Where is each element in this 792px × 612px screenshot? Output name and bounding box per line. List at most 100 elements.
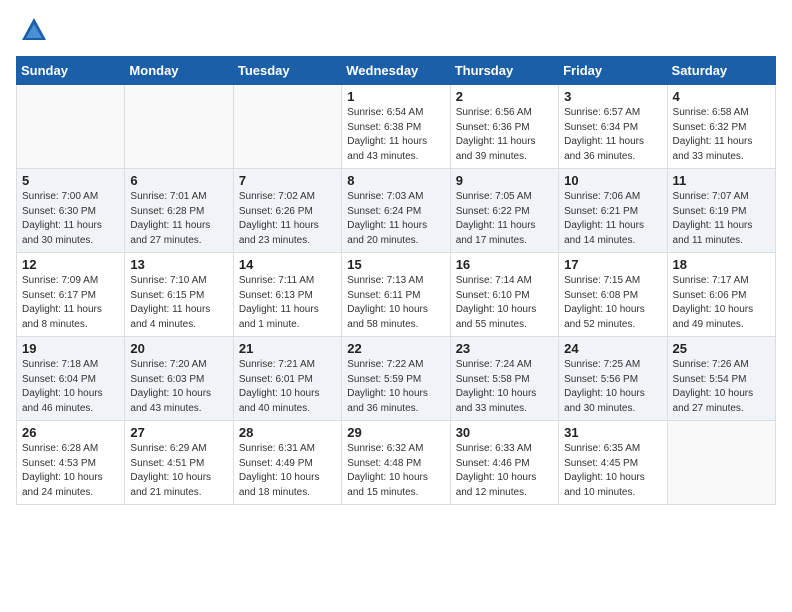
calendar-cell: 10 Sunrise: 7:06 AM Sunset: 6:21 PM Dayli…	[559, 169, 667, 253]
day-number: 26	[22, 425, 119, 440]
calendar-cell: 5 Sunrise: 7:00 AM Sunset: 6:30 PM Daylig…	[17, 169, 125, 253]
calendar-cell	[17, 85, 125, 169]
day-number: 10	[564, 173, 661, 188]
day-info: Sunrise: 6:58 AM Sunset: 6:32 PM Dayligh…	[673, 106, 770, 164]
logo-icon	[20, 16, 48, 44]
day-info: Sunrise: 7:06 AM Sunset: 6:21 PM Dayligh…	[564, 190, 661, 248]
weekday-header: Friday	[559, 57, 667, 85]
calendar-table: SundayMondayTuesdayWednesdayThursdayFrid…	[16, 56, 776, 505]
logo	[16, 16, 48, 44]
day-info: Sunrise: 6:35 AM Sunset: 4:45 PM Dayligh…	[564, 442, 661, 500]
day-number: 27	[130, 425, 227, 440]
calendar-cell: 29 Sunrise: 6:32 AM Sunset: 4:48 PM Dayli…	[342, 421, 450, 505]
day-number: 20	[130, 341, 227, 356]
calendar-week-row: 1 Sunrise: 6:54 AM Sunset: 6:38 PM Daylig…	[17, 85, 776, 169]
day-info: Sunrise: 7:15 AM Sunset: 6:08 PM Dayligh…	[564, 274, 661, 332]
weekday-header: Saturday	[667, 57, 775, 85]
day-info: Sunrise: 7:02 AM Sunset: 6:26 PM Dayligh…	[239, 190, 336, 248]
day-number: 17	[564, 257, 661, 272]
day-info: Sunrise: 7:25 AM Sunset: 5:56 PM Dayligh…	[564, 358, 661, 416]
calendar-cell: 11 Sunrise: 7:07 AM Sunset: 6:19 PM Dayli…	[667, 169, 775, 253]
day-info: Sunrise: 7:05 AM Sunset: 6:22 PM Dayligh…	[456, 190, 553, 248]
calendar-body: 1 Sunrise: 6:54 AM Sunset: 6:38 PM Daylig…	[17, 85, 776, 505]
day-info: Sunrise: 7:18 AM Sunset: 6:04 PM Dayligh…	[22, 358, 119, 416]
weekday-header: Sunday	[17, 57, 125, 85]
day-number: 22	[347, 341, 444, 356]
day-info: Sunrise: 7:14 AM Sunset: 6:10 PM Dayligh…	[456, 274, 553, 332]
day-info: Sunrise: 7:07 AM Sunset: 6:19 PM Dayligh…	[673, 190, 770, 248]
day-number: 23	[456, 341, 553, 356]
day-number: 25	[673, 341, 770, 356]
calendar-cell	[667, 421, 775, 505]
calendar-cell: 22 Sunrise: 7:22 AM Sunset: 5:59 PM Dayli…	[342, 337, 450, 421]
day-number: 5	[22, 173, 119, 188]
day-info: Sunrise: 7:11 AM Sunset: 6:13 PM Dayligh…	[239, 274, 336, 332]
calendar-cell: 1 Sunrise: 6:54 AM Sunset: 6:38 PM Daylig…	[342, 85, 450, 169]
day-info: Sunrise: 7:22 AM Sunset: 5:59 PM Dayligh…	[347, 358, 444, 416]
day-number: 2	[456, 89, 553, 104]
weekday-header: Tuesday	[233, 57, 341, 85]
calendar-cell: 21 Sunrise: 7:21 AM Sunset: 6:01 PM Dayli…	[233, 337, 341, 421]
day-info: Sunrise: 7:20 AM Sunset: 6:03 PM Dayligh…	[130, 358, 227, 416]
day-info: Sunrise: 6:29 AM Sunset: 4:51 PM Dayligh…	[130, 442, 227, 500]
day-info: Sunrise: 7:10 AM Sunset: 6:15 PM Dayligh…	[130, 274, 227, 332]
calendar-cell: 15Sunrise: 7:13 AM Sunset: 6:11 PM Dayli…	[342, 253, 450, 337]
day-info: Sunrise: 7:01 AM Sunset: 6:28 PM Dayligh…	[130, 190, 227, 248]
day-number: 11	[673, 173, 770, 188]
day-number: 16	[456, 257, 553, 272]
weekday-header: Thursday	[450, 57, 558, 85]
page-header	[16, 16, 776, 44]
calendar-header: SundayMondayTuesdayWednesdayThursdayFrid…	[17, 57, 776, 85]
calendar-week-row: 19 Sunrise: 7:18 AM Sunset: 6:04 PM Dayli…	[17, 337, 776, 421]
day-info: Sunrise: 7:24 AM Sunset: 5:58 PM Dayligh…	[456, 358, 553, 416]
calendar-cell: 26 Sunrise: 6:28 AM Sunset: 4:53 PM Dayli…	[17, 421, 125, 505]
calendar-cell: 13Sunrise: 7:10 AM Sunset: 6:15 PM Dayli…	[125, 253, 233, 337]
day-info: Sunrise: 6:31 AM Sunset: 4:49 PM Dayligh…	[239, 442, 336, 500]
calendar-week-row: 12Sunrise: 7:09 AM Sunset: 6:17 PM Dayli…	[17, 253, 776, 337]
day-number: 21	[239, 341, 336, 356]
calendar-cell: 27 Sunrise: 6:29 AM Sunset: 4:51 PM Dayli…	[125, 421, 233, 505]
weekday-row: SundayMondayTuesdayWednesdayThursdayFrid…	[17, 57, 776, 85]
day-info: Sunrise: 7:21 AM Sunset: 6:01 PM Dayligh…	[239, 358, 336, 416]
day-number: 18	[673, 257, 770, 272]
calendar-cell: 9Sunrise: 7:05 AM Sunset: 6:22 PM Daylig…	[450, 169, 558, 253]
calendar-cell: 17 Sunrise: 7:15 AM Sunset: 6:08 PM Dayli…	[559, 253, 667, 337]
day-info: Sunrise: 6:57 AM Sunset: 6:34 PM Dayligh…	[564, 106, 661, 164]
calendar-cell: 16 Sunrise: 7:14 AM Sunset: 6:10 PM Dayli…	[450, 253, 558, 337]
day-info: Sunrise: 7:03 AM Sunset: 6:24 PM Dayligh…	[347, 190, 444, 248]
day-info: Sunrise: 6:54 AM Sunset: 6:38 PM Dayligh…	[347, 106, 444, 164]
day-number: 29	[347, 425, 444, 440]
calendar-cell: 18 Sunrise: 7:17 AM Sunset: 6:06 PM Dayli…	[667, 253, 775, 337]
day-number: 8	[347, 173, 444, 188]
weekday-header: Wednesday	[342, 57, 450, 85]
day-number: 31	[564, 425, 661, 440]
calendar-cell: 31 Sunrise: 6:35 AM Sunset: 4:45 PM Dayli…	[559, 421, 667, 505]
day-info: Sunrise: 6:28 AM Sunset: 4:53 PM Dayligh…	[22, 442, 119, 500]
calendar-cell: 24 Sunrise: 7:25 AM Sunset: 5:56 PM Dayli…	[559, 337, 667, 421]
day-info: Sunrise: 7:00 AM Sunset: 6:30 PM Dayligh…	[22, 190, 119, 248]
day-info: Sunrise: 7:17 AM Sunset: 6:06 PM Dayligh…	[673, 274, 770, 332]
calendar-cell	[233, 85, 341, 169]
calendar-cell	[125, 85, 233, 169]
day-number: 7	[239, 173, 336, 188]
day-number: 28	[239, 425, 336, 440]
calendar-cell: 30 Sunrise: 6:33 AM Sunset: 4:46 PM Dayli…	[450, 421, 558, 505]
day-info: Sunrise: 6:56 AM Sunset: 6:36 PM Dayligh…	[456, 106, 553, 164]
calendar-cell: 7 Sunrise: 7:02 AM Sunset: 6:26 PM Daylig…	[233, 169, 341, 253]
calendar-cell: 8 Sunrise: 7:03 AM Sunset: 6:24 PM Daylig…	[342, 169, 450, 253]
day-info: Sunrise: 7:13 AM Sunset: 6:11 PM Dayligh…	[347, 274, 444, 332]
day-info: Sunrise: 6:33 AM Sunset: 4:46 PM Dayligh…	[456, 442, 553, 500]
day-number: 1	[347, 89, 444, 104]
calendar-cell: 2 Sunrise: 6:56 AM Sunset: 6:36 PM Daylig…	[450, 85, 558, 169]
calendar-cell: 12Sunrise: 7:09 AM Sunset: 6:17 PM Dayli…	[17, 253, 125, 337]
calendar-cell: 14Sunrise: 7:11 AM Sunset: 6:13 PM Dayli…	[233, 253, 341, 337]
day-number: 12	[22, 257, 119, 272]
day-info: Sunrise: 6:32 AM Sunset: 4:48 PM Dayligh…	[347, 442, 444, 500]
day-number: 19	[22, 341, 119, 356]
calendar-cell: 23 Sunrise: 7:24 AM Sunset: 5:58 PM Dayli…	[450, 337, 558, 421]
calendar-cell: 28 Sunrise: 6:31 AM Sunset: 4:49 PM Dayli…	[233, 421, 341, 505]
day-number: 30	[456, 425, 553, 440]
calendar-cell: 6Sunrise: 7:01 AM Sunset: 6:28 PM Daylig…	[125, 169, 233, 253]
calendar-cell: 20 Sunrise: 7:20 AM Sunset: 6:03 PM Dayli…	[125, 337, 233, 421]
day-number: 24	[564, 341, 661, 356]
